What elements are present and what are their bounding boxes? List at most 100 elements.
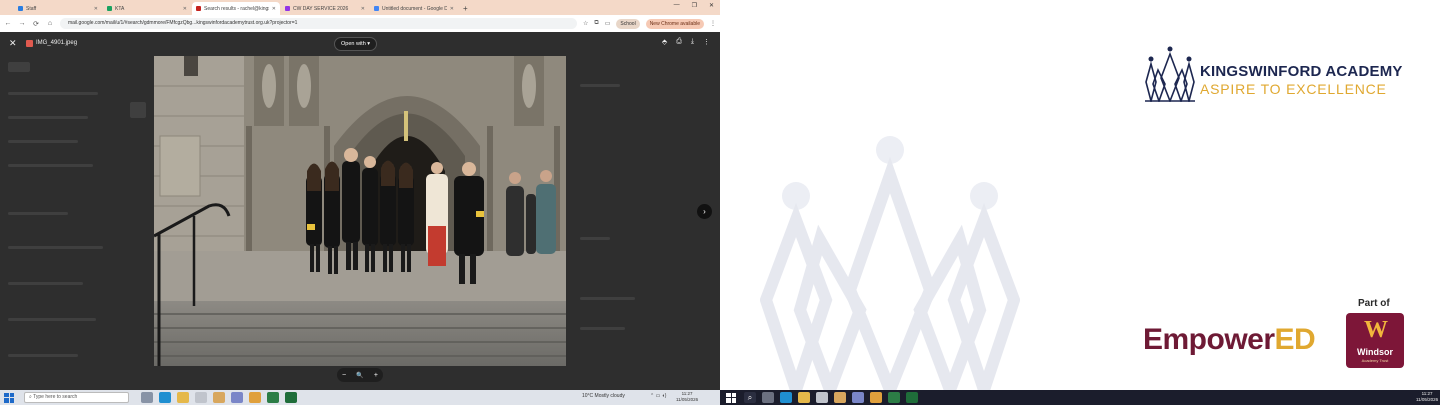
chrome-icon[interactable]: [213, 392, 225, 403]
close-viewer-icon[interactable]: ✕: [9, 38, 17, 49]
file-explorer-icon[interactable]: [177, 392, 189, 403]
tab-google-doc[interactable]: Untitled document - Google Do ✕: [370, 2, 458, 15]
chrome-update-pill[interactable]: New Chrome available: [645, 18, 704, 29]
tab-staff[interactable]: Staff ✕: [14, 2, 102, 15]
zoom-in-button[interactable]: +: [374, 372, 378, 379]
more-options-icon[interactable]: ⋮: [703, 38, 710, 46]
text-ghost: [580, 327, 625, 330]
watermark-crown-icon: [760, 136, 1020, 390]
empower-ed-text: ED: [1274, 323, 1316, 356]
windsor-w-mark: W: [1364, 317, 1388, 343]
powerpoint-icon[interactable]: [870, 392, 882, 403]
close-window-button[interactable]: ✕: [709, 2, 714, 9]
taskbar-clock[interactable]: 11:27 11/05/2026: [1416, 391, 1438, 403]
browser-toolbar: ← → ⟳ ⌂ mail.google.com/mail/u/1/#search…: [0, 15, 720, 32]
print-icon[interactable]: ⎙: [676, 38, 682, 46]
chevron-down-icon: ▾: [367, 41, 371, 47]
task-view-icon[interactable]: [141, 392, 153, 403]
download-icon[interactable]: ⤓: [691, 38, 694, 46]
close-tab-icon[interactable]: ✕: [183, 6, 187, 12]
bookmark-star-icon[interactable]: ☆: [583, 20, 588, 27]
nav-ghost: [8, 116, 88, 119]
tab-gmail-search[interactable]: Search results - rachel@kingswi ✕: [192, 2, 280, 15]
zoom-out-button[interactable]: −: [342, 372, 346, 379]
back-icon[interactable]: ←: [4, 20, 12, 27]
academy-motto: ASPIRE TO EXCELLENCE: [1200, 81, 1387, 97]
tab-label: Untitled document - Google Do: [382, 5, 447, 12]
tab-kta[interactable]: KTA ✕: [103, 2, 191, 15]
clock-date: 11/05/2026: [676, 397, 699, 402]
avatar-ghost: [130, 102, 146, 118]
close-tab-icon[interactable]: ✕: [272, 6, 276, 12]
open-with-button[interactable]: Open with ▾: [334, 37, 378, 51]
right-screen-slide: KINGSWINFORD ACADEMY ASPIRE TO EXCELLENC…: [720, 0, 1440, 405]
nav-ghost: [8, 212, 68, 215]
taskbar-search-input[interactable]: ⌕ Type here to search: [24, 392, 129, 403]
file-explorer-icon[interactable]: [798, 392, 810, 403]
system-tray[interactable]: ⌃ ▭ ◖): [650, 393, 666, 399]
teams-icon[interactable]: [852, 392, 864, 403]
nav-ghost: [8, 92, 98, 95]
tab-label: Staff: [26, 5, 37, 12]
empowered-logo: EmpowerED: [1143, 323, 1316, 357]
tab-favicon-icon: [285, 6, 290, 11]
store-icon[interactable]: [816, 392, 828, 403]
sheets-icon[interactable]: [906, 392, 918, 403]
edge-icon[interactable]: [159, 392, 171, 403]
menu-icon[interactable]: ⋮: [710, 20, 716, 27]
windows-start-icon[interactable]: [726, 392, 736, 403]
image-viewer-overlay: ✕ IMG_4901.jpeg Open with ▾ ⬘ ⎙ ⤓ ⋮ › − …: [0, 32, 720, 390]
academy-name: KINGSWINFORD ACADEMY: [1200, 63, 1403, 80]
next-image-button[interactable]: ›: [697, 204, 712, 219]
viewer-top-bar: ✕ IMG_4901.jpeg Open with ▾ ⬘ ⎙ ⤓ ⋮: [0, 32, 720, 56]
tab-favicon-icon: [107, 6, 112, 11]
nav-ghost: [8, 140, 78, 143]
windsor-name: Windsor: [1357, 347, 1393, 357]
store-icon[interactable]: [195, 392, 207, 403]
close-tab-icon[interactable]: ✕: [450, 6, 454, 12]
profile-school-pill[interactable]: School: [616, 18, 640, 29]
sheets-icon[interactable]: [285, 392, 297, 403]
home-icon[interactable]: ⌂: [46, 20, 54, 27]
attachment-photo: [154, 56, 566, 366]
tab-label: KTA: [115, 5, 125, 12]
close-tab-icon[interactable]: ✕: [94, 6, 98, 12]
windows-taskbar-left: ⌕ Type here to search 10°C Mostly cloudy…: [0, 390, 720, 405]
close-tab-icon[interactable]: ✕: [361, 6, 365, 12]
powerpoint-icon[interactable]: [249, 392, 261, 403]
chrome-icon[interactable]: [834, 392, 846, 403]
taskbar-clock[interactable]: 11:27 11/05/2026: [676, 391, 698, 403]
tab-cw-day-service[interactable]: CW DAY SERVICE 2026 ✕: [281, 2, 369, 15]
windows-start-icon[interactable]: [4, 392, 14, 403]
gmail-icon: [196, 6, 201, 11]
tab-favicon-icon: [18, 6, 23, 11]
teams-icon[interactable]: [231, 392, 243, 403]
zoom-icon[interactable]: 🔍: [356, 372, 363, 379]
new-tab-button[interactable]: +: [463, 2, 468, 15]
add-to-drive-icon[interactable]: ⬘: [662, 38, 667, 46]
windsor-academy-trust-logo: W Windsor Academy Trust: [1346, 313, 1404, 368]
file-name: IMG_4901.jpeg: [36, 40, 78, 46]
side-panel-icon[interactable]: ▭: [605, 20, 611, 27]
excel-icon[interactable]: [267, 392, 279, 403]
maximize-button[interactable]: ❐: [692, 2, 697, 9]
excel-icon[interactable]: [888, 392, 900, 403]
reload-icon[interactable]: ⟳: [32, 20, 40, 28]
edge-icon[interactable]: [780, 392, 792, 403]
extensions-icon[interactable]: ⧉: [594, 20, 598, 27]
search-icon[interactable]: ⌕: [744, 392, 756, 403]
taskbar-apps: [141, 392, 297, 403]
minimize-button[interactable]: —: [674, 2, 680, 9]
tab-label: Search results - rachel@kingswi: [204, 5, 269, 12]
part-of-label: Part of: [1358, 298, 1390, 309]
task-view-icon[interactable]: [762, 392, 774, 403]
clock-date: 11/05/2026: [1416, 397, 1439, 402]
open-with-label: Open with: [341, 41, 366, 47]
forward-icon[interactable]: →: [18, 20, 26, 27]
weather-widget[interactable]: 10°C Mostly cloudy: [582, 393, 625, 399]
compose-ghost: [8, 62, 30, 72]
taskbar-apps: ⌕: [744, 392, 918, 403]
nav-ghost: [8, 318, 96, 321]
address-bar[interactable]: mail.google.com/mail/u/1/#search/gdmmore…: [60, 18, 578, 29]
docs-icon: [374, 6, 379, 11]
